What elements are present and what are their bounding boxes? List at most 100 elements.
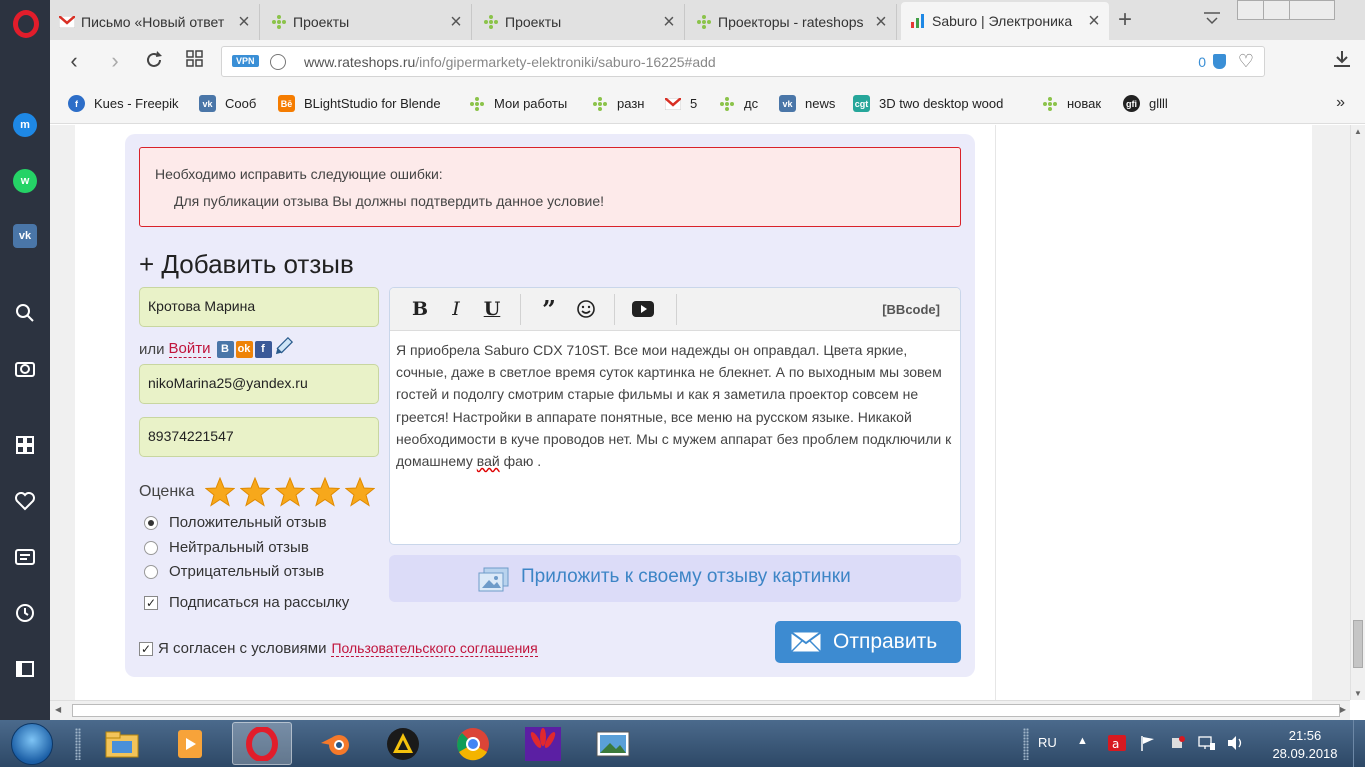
volume-tray-icon[interactable]	[1227, 735, 1245, 751]
close-tab-icon[interactable]: ×	[233, 11, 255, 34]
flag-tray-icon[interactable]	[1140, 735, 1158, 751]
scroll-right-icon[interactable]: ▶	[1340, 705, 1346, 714]
quote-icon[interactable]: ”	[537, 295, 561, 324]
close-tab-icon[interactable]: ×	[445, 11, 467, 34]
url-field[interactable]: VPN www.rateshops.ru/info/gipermarkety-e…	[221, 46, 1265, 77]
opera-taskbar-icon[interactable]	[232, 722, 292, 765]
screenshot-taskbar-icon[interactable]	[583, 722, 643, 765]
star-icon[interactable]	[310, 477, 340, 507]
odnoklassniki-icon[interactable]: ok	[235, 340, 253, 358]
bookmark-item[interactable]: Bē BLightStudio for Blende	[278, 95, 447, 112]
vertical-scrollbar[interactable]: ▲ ▼	[1350, 125, 1365, 700]
phone-field[interactable]: 89374221547	[139, 417, 379, 457]
submit-button[interactable]: Отправить	[775, 621, 961, 663]
tab-mail[interactable]: Письмо «Новый ответ ×	[50, 4, 260, 40]
pencil-icon[interactable]	[273, 336, 293, 361]
star-icon[interactable]	[240, 477, 270, 507]
tab-projectors[interactable]: Проекторы - rateshops ×	[687, 4, 897, 40]
sidebar-toggle-icon[interactable]	[12, 656, 38, 682]
download-icon[interactable]	[1333, 50, 1351, 73]
bookmark-item[interactable]: разн	[591, 95, 644, 112]
bookmark-item[interactable]: vk Сооб	[199, 95, 256, 112]
youtube-icon[interactable]	[631, 298, 655, 320]
hscroll-thumb[interactable]	[72, 704, 1340, 717]
show-desktop-button[interactable]	[1353, 720, 1365, 767]
star-icon[interactable]	[205, 477, 235, 507]
facebook-icon[interactable]: f	[254, 340, 272, 358]
tab-projects-2[interactable]: Проекты ×	[474, 4, 685, 40]
bold-button[interactable]: B	[408, 298, 432, 320]
clock[interactable]: 21:56 28.09.2018	[1268, 727, 1342, 763]
bookmark-item[interactable]: vk news	[779, 95, 835, 112]
star-icon[interactable]	[345, 477, 375, 507]
tray-expand-icon[interactable]: ▲	[1077, 735, 1095, 751]
review-textarea[interactable]: Я приобрела Saburo CDX 710ST. Все мои на…	[396, 339, 952, 472]
tab-saburo[interactable]: Saburo | Электроника ×	[901, 2, 1109, 40]
bookmark-item[interactable]: cgt 3D two desktop wood	[853, 95, 1019, 112]
rating-stars[interactable]	[205, 477, 375, 507]
bookmark-item[interactable]: дс	[718, 95, 758, 112]
adblock-shield-icon[interactable]	[1213, 54, 1226, 69]
bookmark-item[interactable]: f Kues - Freepik	[68, 95, 179, 112]
adblock-counter[interactable]: 0	[1198, 54, 1206, 70]
bookmarks-more-icon[interactable]: »	[1336, 94, 1345, 112]
globe-icon[interactable]	[270, 54, 286, 70]
reload-icon[interactable]	[142, 50, 166, 74]
bookmark-item[interactable]: Мои работы	[468, 95, 567, 112]
antivirus-tray-icon[interactable]: a	[1108, 735, 1126, 751]
usb-tray-icon[interactable]	[1168, 735, 1186, 751]
radio-neutral[interactable]	[144, 540, 158, 555]
subscribe-row[interactable]: ✓ Подписаться на рассылку	[144, 594, 349, 611]
opera-logo-icon[interactable]	[13, 10, 39, 38]
news-icon[interactable]	[12, 544, 38, 570]
email-field[interactable]: nikoMarina25@yandex.ru	[139, 364, 379, 404]
huawei-taskbar-icon[interactable]	[513, 722, 573, 765]
close-tab-icon[interactable]: ×	[870, 11, 892, 34]
attach-images-button[interactable]: Приложить к своему отзыву картинки	[389, 555, 961, 602]
language-indicator[interactable]: RU	[1038, 735, 1057, 750]
new-tab-button[interactable]: +	[1118, 6, 1132, 34]
minimize-button[interactable]	[1237, 0, 1264, 20]
horizontal-scrollbar[interactable]: ◀ ▶	[50, 700, 1350, 720]
tab-projects-1[interactable]: Проекты ×	[262, 4, 472, 40]
tab-menu-icon[interactable]	[1203, 11, 1221, 30]
vk-icon[interactable]: vk	[12, 223, 38, 249]
network-tray-icon[interactable]	[1198, 735, 1216, 751]
maximize-button[interactable]	[1263, 0, 1290, 20]
close-window-button[interactable]	[1289, 0, 1335, 20]
close-tab-icon[interactable]: ×	[1083, 10, 1105, 33]
blender-taskbar-icon[interactable]	[306, 722, 366, 765]
archicad-taskbar-icon[interactable]	[373, 722, 433, 765]
italic-button[interactable]: I	[444, 298, 468, 320]
explorer-taskbar-icon[interactable]	[92, 722, 152, 765]
subscribe-checkbox[interactable]: ✓	[144, 595, 158, 610]
close-tab-icon[interactable]: ×	[658, 11, 680, 34]
scroll-left-icon[interactable]: ◀	[55, 705, 61, 714]
vpn-badge[interactable]: VPN	[232, 55, 259, 67]
camera-icon[interactable]	[12, 355, 38, 381]
name-field[interactable]: Кротова Марина	[139, 287, 379, 327]
messenger-icon[interactable]: m	[12, 112, 38, 138]
bookmark-item[interactable]: 5	[664, 95, 697, 112]
radio-positive[interactable]	[144, 515, 158, 530]
speed-dial-icon[interactable]	[12, 432, 38, 458]
bookmark-heart-icon[interactable]: ♡	[1238, 51, 1254, 72]
radio-negative[interactable]	[144, 564, 158, 579]
history-icon[interactable]	[12, 600, 38, 626]
search-icon[interactable]	[12, 300, 38, 326]
agree-checkbox[interactable]: ✓	[139, 641, 153, 656]
back-icon[interactable]: ‹	[62, 50, 86, 74]
whatsapp-icon[interactable]: w	[12, 168, 38, 194]
chrome-taskbar-icon[interactable]	[443, 722, 503, 765]
underline-button[interactable]: U	[480, 298, 504, 320]
smiley-icon[interactable]	[574, 298, 598, 320]
heart-icon[interactable]	[12, 488, 38, 514]
scroll-thumb[interactable]	[1353, 620, 1363, 668]
vk-login-icon[interactable]: В	[216, 340, 234, 358]
scroll-down-icon[interactable]: ▼	[1354, 689, 1362, 698]
login-link[interactable]: Войти	[168, 340, 211, 358]
bbcode-toggle[interactable]: [BBcode]	[882, 302, 940, 317]
bookmark-item[interactable]: gfi gllll	[1123, 95, 1168, 112]
review-type-negative[interactable]: Отрицательный отзыв	[144, 563, 324, 580]
user-agreement-link[interactable]: Пользовательского соглашения	[331, 640, 538, 657]
